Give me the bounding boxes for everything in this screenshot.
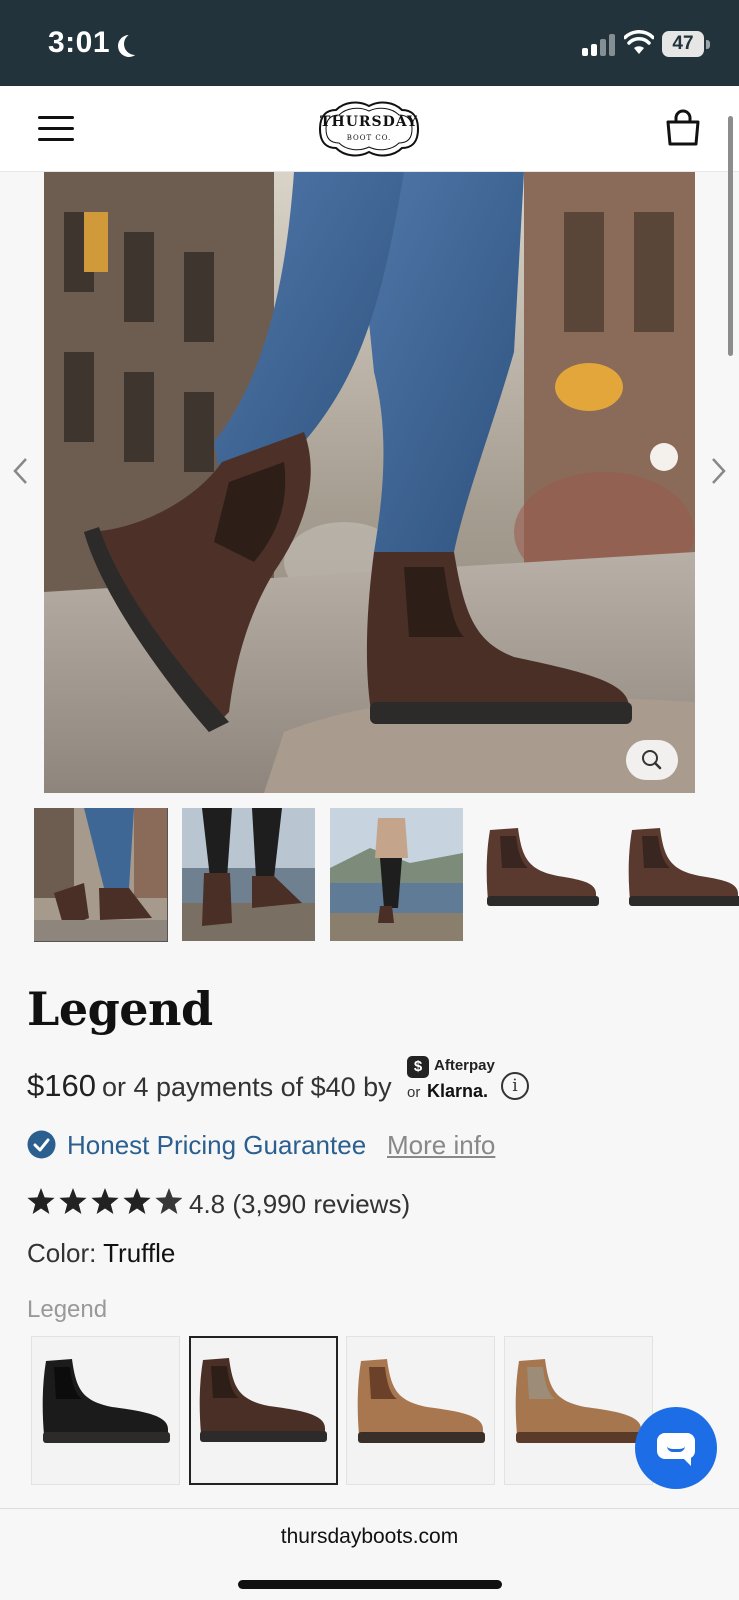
more-info-link[interactable]: More info	[387, 1130, 495, 1161]
chat-icon	[657, 1433, 695, 1466]
color-value: Truffle	[103, 1238, 176, 1268]
wifi-icon	[624, 30, 654, 54]
chevron-right-icon[interactable]	[709, 456, 729, 486]
status-bar: 3:01 47	[0, 0, 739, 86]
check-badge-icon	[27, 1130, 56, 1159]
url-text[interactable]: thursdayboots.com	[0, 1525, 739, 1549]
battery-level: 47	[662, 31, 704, 57]
price-row: $160 or 4 payments of $40 by $ Afterpay …	[27, 1056, 727, 1108]
thumbnail-4[interactable]	[478, 808, 611, 941]
thumbnail-3[interactable]	[330, 808, 463, 941]
thumbnail-strip	[34, 808, 739, 942]
menu-icon[interactable]	[38, 114, 74, 144]
color-label: Color:	[27, 1238, 97, 1268]
afterpay-klarna-logo: $ Afterpay or Klarna.	[407, 1056, 507, 1108]
variant-label: Legend	[27, 1296, 108, 1323]
brand-subtitle: BOOT CO.	[346, 134, 392, 142]
cart-icon[interactable]	[664, 108, 702, 148]
product-price: $160	[27, 1068, 96, 1103]
honest-pricing-row: Honest Pricing Guarantee More info	[27, 1128, 727, 1164]
afterpay-icon: $	[407, 1056, 429, 1078]
swatch-truffle[interactable]	[189, 1336, 338, 1485]
chevron-left-icon[interactable]	[10, 456, 30, 486]
moon-icon	[124, 33, 146, 55]
installments-text: or 4 payments of $40 by	[102, 1072, 392, 1102]
rating-row[interactable]: 4.8 (3,990 reviews)	[27, 1186, 727, 1222]
star-rating	[27, 1188, 182, 1214]
thumbnail-5[interactable]	[626, 808, 739, 941]
rating-text: 4.8 (3,990 reviews)	[189, 1189, 411, 1219]
status-time: 3:01	[48, 26, 111, 59]
afterpay-label: Afterpay	[434, 1057, 495, 1074]
site-header: THURSDAY BOOT CO.	[0, 86, 739, 172]
scrollbar[interactable]	[728, 116, 733, 356]
browser-address-bar[interactable]: thursdayboots.com	[0, 1508, 739, 1600]
signal-icon	[582, 34, 616, 56]
zoom-icon	[642, 750, 662, 770]
thumbnail-2[interactable]	[182, 808, 315, 941]
swatch-tan[interactable]	[346, 1336, 495, 1485]
klarna-label: Klarna.	[427, 1081, 489, 1101]
zoom-button[interactable]	[626, 740, 678, 780]
swatch-tan-taupe[interactable]	[504, 1336, 653, 1485]
home-indicator[interactable]	[238, 1580, 502, 1589]
thumbnail-1[interactable]	[34, 808, 168, 942]
brand-logo[interactable]: THURSDAY BOOT CO.	[314, 96, 424, 162]
swatch-black[interactable]	[31, 1336, 180, 1485]
guarantee-text: Honest Pricing Guarantee	[67, 1130, 367, 1160]
product-hero-image[interactable]	[44, 172, 695, 793]
chat-button[interactable]	[635, 1407, 717, 1489]
battery-icon: 47	[662, 31, 710, 57]
product-title: Legend	[27, 982, 213, 1036]
brand-name: THURSDAY	[320, 114, 418, 130]
klarna-or: or	[407, 1084, 421, 1101]
info-icon[interactable]: i	[501, 1072, 529, 1100]
color-row: Color: Truffle	[27, 1238, 175, 1269]
